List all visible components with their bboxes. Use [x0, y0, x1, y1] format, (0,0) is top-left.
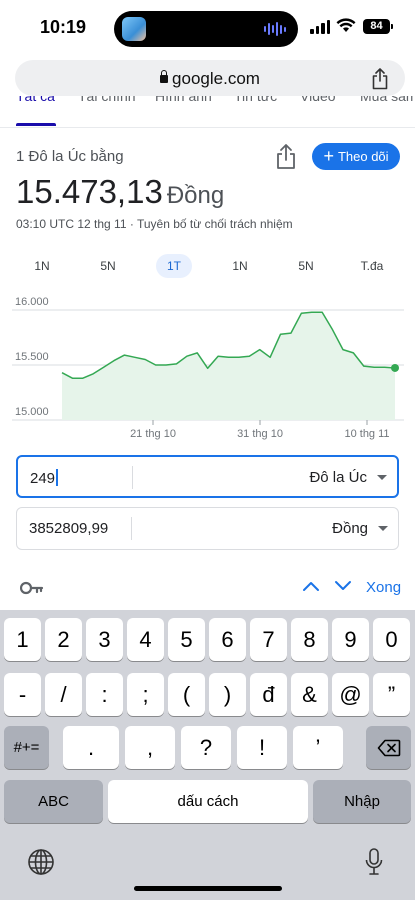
field-divider	[131, 517, 132, 540]
plus-icon: +	[323, 145, 334, 166]
key-4[interactable]: 4	[127, 618, 164, 661]
tab-news[interactable]: Tin tức	[234, 96, 277, 104]
passwords-key-icon[interactable]	[20, 581, 44, 595]
share-result-icon[interactable]	[274, 143, 298, 171]
dropdown-arrow-icon[interactable]	[378, 526, 388, 531]
key-semicolon[interactable]: ;	[127, 673, 164, 716]
share-icon[interactable]	[371, 68, 389, 90]
field-divider	[132, 466, 133, 489]
backspace-key[interactable]	[366, 726, 411, 769]
area-fill	[62, 312, 395, 420]
search-tabs: Tất cả Tài chính Hình ảnh Tin tức Video …	[0, 96, 415, 128]
from-currency-field[interactable]: 249 Đô la Úc	[16, 455, 399, 498]
tab-all[interactable]: Tất cả	[16, 96, 55, 104]
dynamic-island[interactable]	[114, 11, 298, 47]
key-slash[interactable]: /	[45, 673, 82, 716]
rate-unit: Đồng	[166, 182, 225, 209]
key-dong[interactable]: đ	[250, 673, 287, 716]
range-selector: 1N 5N 1T 1N 5N T.đa	[0, 254, 415, 278]
backspace-icon	[377, 739, 400, 756]
key-9[interactable]: 9	[332, 618, 369, 661]
key-3[interactable]: 3	[86, 618, 123, 661]
key-abc[interactable]: ABC	[4, 780, 103, 823]
follow-label: Theo dõi	[337, 149, 389, 164]
key-5[interactable]: 5	[168, 618, 205, 661]
key-symbols-toggle[interactable]: #+=	[4, 726, 49, 769]
audio-wave-icon	[264, 21, 286, 37]
key-question[interactable]: ?	[181, 726, 231, 769]
from-amount-input[interactable]: 249	[30, 469, 59, 487]
key-2[interactable]: 2	[45, 618, 82, 661]
key-hyphen[interactable]: -	[4, 673, 41, 716]
exchange-rate: 15.473,13 Đồng	[16, 173, 224, 211]
key-at[interactable]: @	[332, 673, 369, 716]
range-1m[interactable]: 1T	[156, 254, 192, 278]
to-amount-input[interactable]: 3852809,99	[29, 520, 108, 537]
key-exclamation[interactable]: !	[237, 726, 287, 769]
from-amount-value: 249	[30, 470, 56, 487]
to-currency-field[interactable]: 3852809,99 Đồng	[16, 507, 399, 550]
active-tab-underline	[16, 123, 56, 126]
done-button[interactable]: Xong	[366, 579, 401, 596]
range-5y[interactable]: 5N	[288, 254, 324, 278]
y-tick-label: 16.000	[15, 296, 49, 308]
battery-indicator: 84	[363, 19, 393, 34]
dropdown-arrow-icon[interactable]	[377, 475, 387, 480]
y-tick-label: 15.000	[15, 406, 49, 418]
key-0[interactable]: 0	[373, 618, 410, 661]
status-bar: 10:19 84	[0, 0, 415, 56]
price-chart[interactable]: 16.000 15.500 15.000 21 thg 10 31 thg 10 10 t…	[0, 292, 415, 452]
rate-meta[interactable]: 03:10 UTC 12 thg 11 · Tuyên bố từ chối t…	[16, 217, 293, 231]
key-apostrophe[interactable]: ’	[293, 726, 343, 769]
key-period[interactable]: .	[63, 726, 119, 769]
tab-shopping[interactable]: Mua sắm	[360, 96, 415, 104]
key-colon[interactable]: :	[86, 673, 123, 716]
x-tick-label: 31 thg 10	[237, 428, 283, 440]
tab-images[interactable]: Hình ảnh	[155, 96, 212, 104]
tab-finance[interactable]: Tài chính	[78, 96, 136, 104]
rate-value: 15.473,13	[16, 173, 163, 210]
range-1d[interactable]: 1N	[24, 254, 60, 278]
x-tick-label: 21 thg 10	[130, 428, 176, 440]
y-tick-label: 15.500	[15, 351, 49, 363]
wifi-icon	[336, 18, 356, 32]
follow-button[interactable]: + Theo dõi	[312, 143, 400, 170]
chevron-up-icon[interactable]	[302, 580, 320, 592]
url-display[interactable]: google.com	[15, 69, 405, 89]
key-close-paren[interactable]: )	[209, 673, 246, 716]
key-quote[interactable]: ”	[373, 673, 410, 716]
x-tick-label: 10 thg 11	[344, 428, 389, 440]
range-1y[interactable]: 1N	[222, 254, 258, 278]
key-open-paren[interactable]: (	[168, 673, 205, 716]
from-currency-select[interactable]: Đô la Úc	[309, 469, 367, 486]
microphone-icon[interactable]	[364, 847, 384, 877]
to-currency-select[interactable]: Đồng	[332, 520, 368, 537]
current-point	[391, 363, 399, 372]
home-indicator[interactable]	[134, 886, 282, 891]
key-7[interactable]: 7	[250, 618, 287, 661]
return-key[interactable]: Nhập	[313, 780, 411, 823]
key-8[interactable]: 8	[291, 618, 328, 661]
conversion-subtitle: 1 Đô la Úc bằng	[16, 148, 124, 165]
key-1[interactable]: 1	[4, 618, 41, 661]
island-app-icon	[122, 17, 146, 41]
lock-icon	[160, 70, 169, 83]
key-comma[interactable]: ,	[125, 726, 175, 769]
key-ampersand[interactable]: &	[291, 673, 328, 716]
chevron-down-icon[interactable]	[334, 580, 352, 592]
range-5d[interactable]: 5N	[90, 254, 126, 278]
cellular-signal-icon	[310, 20, 330, 34]
keyboard-accessory-bar: Xong	[0, 566, 415, 610]
range-max[interactable]: T.đa	[354, 254, 390, 278]
status-time: 10:19	[40, 17, 87, 37]
text-cursor	[56, 469, 59, 486]
url-text: google.com	[172, 69, 260, 88]
key-6[interactable]: 6	[209, 618, 246, 661]
url-bar[interactable]: google.com	[15, 60, 405, 96]
tab-video[interactable]: Video	[300, 96, 336, 104]
numeric-keyboard: 1 2 3 4 5 6 7 8 9 0 - / : ; ( ) đ & @ ” …	[0, 610, 415, 900]
globe-icon[interactable]	[27, 848, 55, 876]
space-key[interactable]: dấu cách	[108, 780, 308, 823]
